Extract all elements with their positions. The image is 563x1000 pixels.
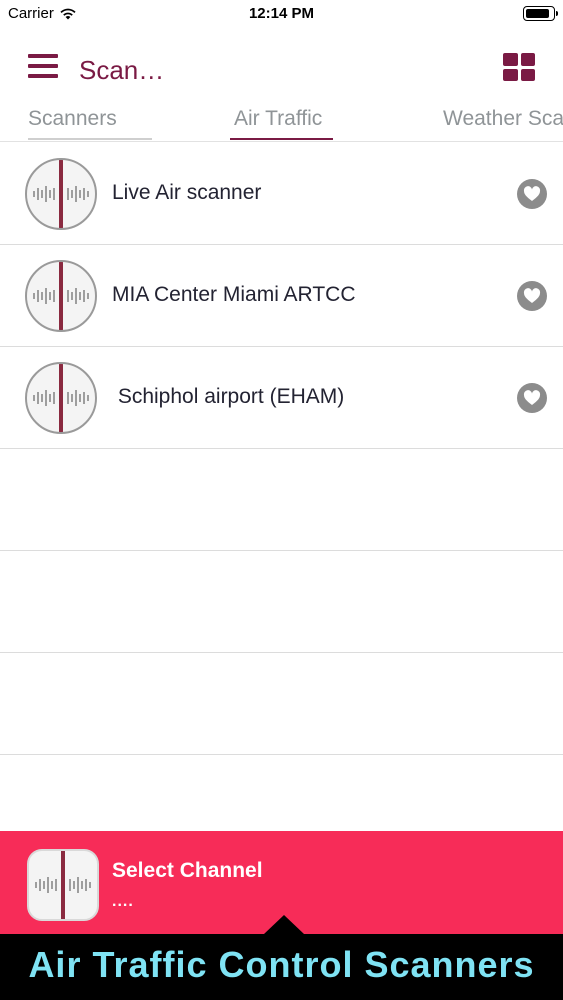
- status-bar: Carrier 12:14 PM: [0, 0, 563, 30]
- caption-text: Air Traffic Control Scanners: [28, 944, 535, 985]
- list-item[interactable]: Schiphol airport (EHAM): [0, 347, 563, 449]
- tab-weather[interactable]: Weather Sca: [443, 107, 563, 131]
- tab-scanners[interactable]: Scanners: [28, 107, 117, 131]
- heart-icon[interactable]: [517, 383, 547, 413]
- channel-name: Schiphol airport (EHAM): [112, 385, 345, 408]
- channel-name: Live Air scanner: [112, 181, 262, 204]
- channel-list: Live Air scanner MIA Center Miami ARTCC: [0, 143, 563, 755]
- radio-dial-icon: [25, 260, 97, 332]
- radio-dial-icon: [25, 158, 97, 230]
- empty-row: [0, 551, 563, 653]
- channel-name: MIA Center Miami ARTCC: [112, 283, 356, 306]
- page-title: Scan…: [79, 55, 165, 85]
- list-item[interactable]: MIA Center Miami ARTCC: [0, 245, 563, 347]
- radio-dial-icon: [27, 849, 99, 921]
- battery-level: [526, 9, 549, 18]
- tab-scanners-underline: [28, 138, 152, 140]
- empty-row: [0, 449, 563, 551]
- heart-icon[interactable]: [517, 179, 547, 209]
- player-title: Select Channel: [112, 859, 263, 882]
- grid-view-icon[interactable]: [503, 53, 535, 81]
- radio-dial-icon: [25, 362, 97, 434]
- empty-row: [0, 653, 563, 755]
- tab-air-traffic-selected-indicator: [230, 138, 333, 140]
- hamburger-icon[interactable]: [28, 54, 58, 78]
- list-item[interactable]: Live Air scanner: [0, 143, 563, 245]
- battery-icon: [523, 6, 558, 21]
- caption-banner: Air Traffic Control Scanners: [0, 934, 563, 1000]
- player-subtitle: ....: [112, 893, 134, 910]
- caption-notch: [264, 915, 304, 934]
- nav-bar: Scan…: [0, 40, 563, 100]
- status-time: 12:14 PM: [248, 5, 315, 22]
- heart-icon[interactable]: [517, 281, 547, 311]
- tab-air-traffic[interactable]: Air Traffic: [234, 107, 322, 131]
- category-tabs: Scanners Air Traffic Weather Sca: [0, 100, 563, 142]
